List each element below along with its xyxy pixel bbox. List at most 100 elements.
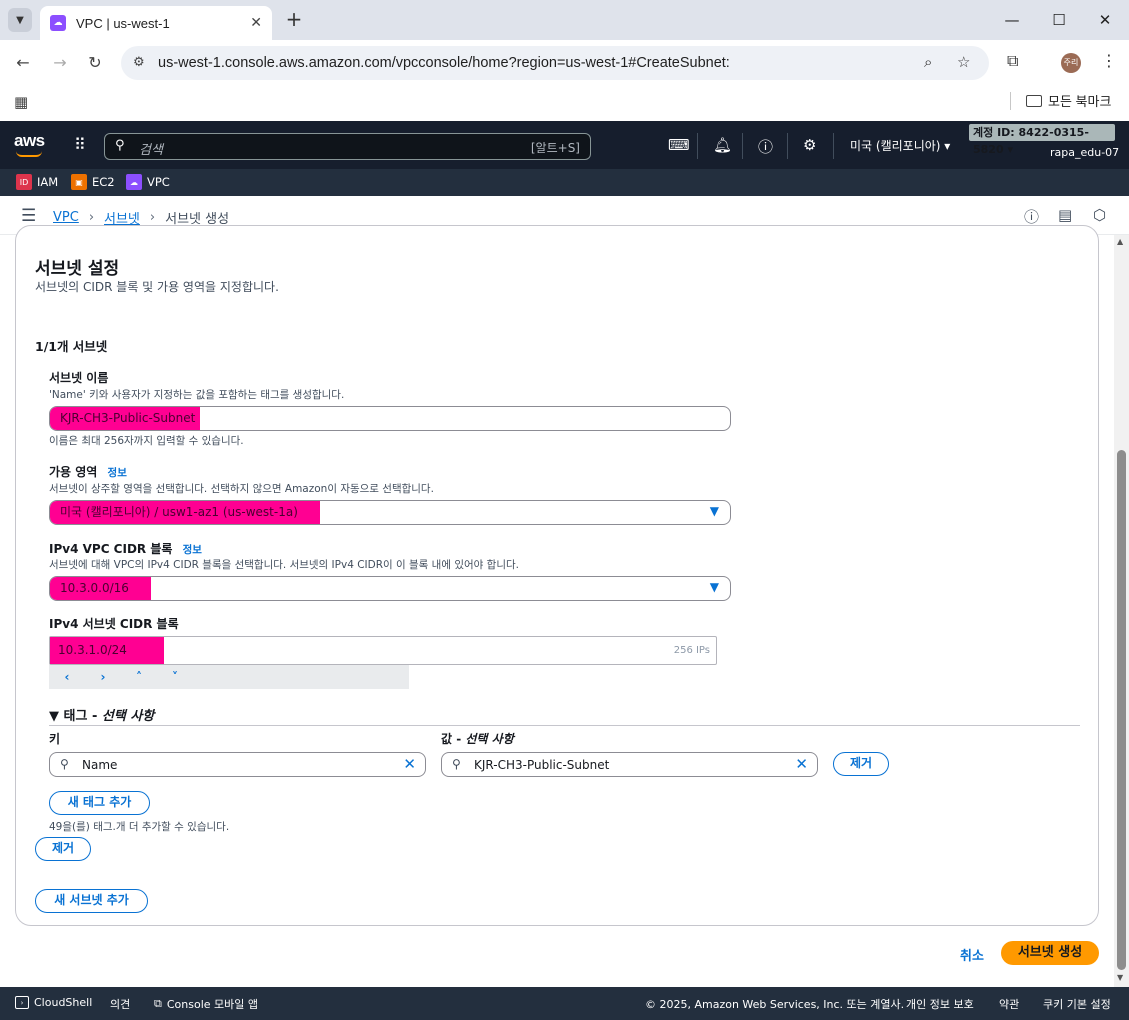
subnet-name-input[interactable]: KJR-CH3-Public-Subnet	[49, 406, 731, 431]
section-title: 서브넷 설정	[35, 259, 120, 279]
back-arrow-icon[interactable]: ←	[11, 51, 35, 75]
profile-avatar[interactable]: 주리	[1061, 53, 1081, 73]
nav-divider	[833, 133, 834, 159]
bookmarks-divider	[1010, 92, 1011, 110]
create-subnet-button[interactable]: 서브넷 생성	[1001, 941, 1099, 965]
external-link-icon: ⧉	[154, 997, 162, 1010]
nav-divider	[742, 133, 743, 159]
subnet-name-value: KJR-CH3-Public-Subnet	[50, 407, 200, 430]
tag-key-column-label: 키	[49, 732, 61, 746]
clear-x-icon[interactable]: ✕	[795, 755, 808, 773]
tags-header[interactable]: ▼ 태그 - 선택 사항	[49, 705, 154, 724]
iam-service-icon: ID	[16, 174, 32, 190]
new-tab-plus-icon[interactable]: +	[282, 8, 306, 32]
footer-cookies[interactable]: 쿠키 기본 설정	[1043, 996, 1111, 1012]
tab-title: VPC | us-west-1	[76, 15, 170, 31]
notifications-bell-icon[interactable]: 🔔︎	[713, 136, 732, 154]
notifications-panel-icon[interactable]: ▤	[1058, 206, 1072, 224]
favorite-iam-label: IAM	[37, 175, 59, 189]
page-scrollbar[interactable]: ▲ ▼	[1114, 235, 1129, 987]
add-tag-button[interactable]: 새 태그 추가	[49, 791, 150, 815]
scroll-down-arrow-icon[interactable]: ▼	[1117, 973, 1123, 982]
cancel-button[interactable]: 취소	[960, 945, 984, 964]
scroll-up-arrow-icon[interactable]: ▲	[1117, 237, 1123, 246]
tab-search-chevron-icon[interactable]: ▼	[8, 8, 32, 32]
footer-feedback[interactable]: 의견	[110, 996, 130, 1012]
aws-search-input[interactable]: ⚲ 검색 [알트+S]	[104, 133, 591, 160]
side-nav-menu-icon[interactable]: ☰	[21, 206, 36, 226]
favorite-vpc-label: VPC	[147, 175, 170, 189]
bookmarks-bar: ▦ 모든 북마크	[0, 86, 1129, 116]
tag-value-input[interactable]: ⚲ KJR-CH3-Public-Subnet ✕	[441, 752, 818, 777]
breadcrumb-chevron-icon: ›	[88, 210, 95, 225]
vpc-service-icon: ☁	[126, 174, 142, 190]
account-id-badge[interactable]: 계정 ID: 8422-0315-5820 ▾	[969, 124, 1115, 156]
footer-cloudshell[interactable]: › CloudShell	[15, 996, 92, 1009]
remove-subnet-button[interactable]: 제거	[35, 837, 91, 861]
footer-privacy[interactable]: 개인 정보 보호	[906, 996, 974, 1012]
ip-count: 256 IPs	[673, 645, 710, 656]
account-user[interactable]: rapa_edu-07	[1050, 146, 1119, 159]
maximize-icon[interactable]: ☐	[1044, 8, 1074, 32]
zoom-icon[interactable]: ⌕	[924, 53, 932, 71]
footer-terms[interactable]: 약관	[999, 996, 1019, 1012]
favorite-ec2[interactable]: ▣ EC2	[71, 174, 115, 190]
clear-x-icon[interactable]: ✕	[403, 755, 416, 773]
breadcrumb-chevron-icon: ›	[149, 210, 156, 225]
add-subnet-button[interactable]: 새 서브넷 추가	[35, 889, 148, 913]
az-selected-value: 미국 (캘리포니아) / usw1-az1 (us-west-1a)	[50, 501, 320, 524]
breadcrumb-vpc[interactable]: VPC	[53, 210, 79, 225]
address-url[interactable]: us-west-1.console.aws.amazon.com/vpccons…	[158, 55, 730, 71]
cloudshell-icon[interactable]: ⌨	[668, 136, 690, 154]
apps-grid-icon[interactable]: ▦	[14, 93, 28, 111]
nav-divider	[787, 133, 788, 159]
minimize-icon[interactable]: —	[997, 8, 1027, 32]
address-bar[interactable]: ⚙ us-west-1.console.aws.amazon.com/vpcco…	[121, 46, 989, 80]
help-icon[interactable]: ⓘ	[758, 136, 773, 157]
aws-top-navigation: aws ⠿ ⚲ 검색 [알트+S] ⌨ 🔔︎ ⓘ ⚙ 미국 (캘리포니아) ▾ …	[0, 121, 1129, 169]
tags-remaining-hint: 49을(를) 태그.개 더 추가할 수 있습니다.	[49, 821, 230, 833]
subnet-name-description: 'Name' 키와 사용자가 지정하는 값을 포함하는 태그를 생성합니다.	[49, 389, 345, 401]
tab-close-icon[interactable]: ✕	[250, 15, 262, 31]
footer-console-mobile[interactable]: ⧉ Console 모바일 앱	[154, 996, 258, 1012]
caret-down-icon: ▼	[709, 504, 719, 518]
browser-tab[interactable]: ☁ VPC | us-west-1 ✕	[40, 6, 272, 40]
az-info-link[interactable]: 정보	[108, 467, 127, 479]
search-icon: ⚲	[115, 138, 125, 153]
region-selector[interactable]: 미국 (캘리포니아) ▾	[850, 137, 950, 154]
scroll-thumb[interactable]	[1117, 450, 1126, 970]
cidr-next-chevron-icon[interactable]: ›	[85, 670, 121, 684]
search-icon: ⚲	[452, 757, 461, 771]
favorite-vpc[interactable]: ☁ VPC	[126, 174, 170, 190]
window-close-icon[interactable]: ✕	[1090, 8, 1120, 32]
services-grid-icon[interactable]: ⠿	[74, 135, 86, 154]
extensions-puzzle-icon[interactable]: ⧉	[1007, 51, 1018, 71]
search-icon: ⚲	[60, 757, 69, 771]
vpc-cidr-select[interactable]: 10.3.0.0/16 ▼	[49, 576, 731, 601]
vpc-cidr-selected-value: 10.3.0.0/16	[50, 577, 151, 600]
tag-key-input[interactable]: ⚲ Name ✕	[49, 752, 426, 777]
remove-tag-button[interactable]: 제거	[833, 752, 889, 776]
browser-tabstrip: ▼ ☁ VPC | us-west-1 ✕ + — ☐ ✕	[0, 0, 1129, 40]
settings-gear-icon[interactable]: ⚙	[803, 136, 816, 154]
subnet-cidr-input[interactable]: 10.3.1.0/24 256 IPs	[49, 636, 717, 665]
cloudshell-icon: ›	[15, 996, 29, 1009]
reload-icon[interactable]: ↻	[83, 51, 107, 75]
main-content[interactable]: 서브넷 설정 서브넷의 CIDR 블록 및 가용 영역을 지정합니다. 1/1개…	[0, 225, 1114, 987]
subnet-settings-panel: 서브넷 설정 서브넷의 CIDR 블록 및 가용 영역을 지정합니다. 1/1개…	[15, 225, 1099, 926]
favorite-iam[interactable]: ID IAM	[16, 174, 58, 190]
settings-panel-icon[interactable]: ⬡	[1093, 206, 1106, 224]
bookmark-star-icon[interactable]: ☆	[957, 53, 970, 71]
cidr-up-chevron-icon[interactable]: ˄	[121, 670, 157, 684]
aws-logo[interactable]: aws	[14, 131, 45, 151]
browser-menu-icon[interactable]: ⋮	[1101, 51, 1117, 70]
cidr-prev-chevron-icon[interactable]: ‹	[49, 670, 85, 684]
site-info-icon[interactable]: ⚙	[133, 55, 145, 70]
cidr-down-chevron-icon[interactable]: ˅	[157, 670, 193, 684]
forward-arrow-icon[interactable]: →	[48, 51, 72, 75]
vpc-cidr-info-link[interactable]: 정보	[183, 544, 202, 556]
info-panel-icon[interactable]: ⓘ	[1024, 206, 1039, 227]
subnet-cidr-label: IPv4 서브넷 CIDR 블록	[49, 617, 179, 631]
az-select[interactable]: 미국 (캘리포니아) / usw1-az1 (us-west-1a) ▼	[49, 500, 731, 525]
all-bookmarks-folder[interactable]: 모든 북마크	[1026, 91, 1111, 110]
